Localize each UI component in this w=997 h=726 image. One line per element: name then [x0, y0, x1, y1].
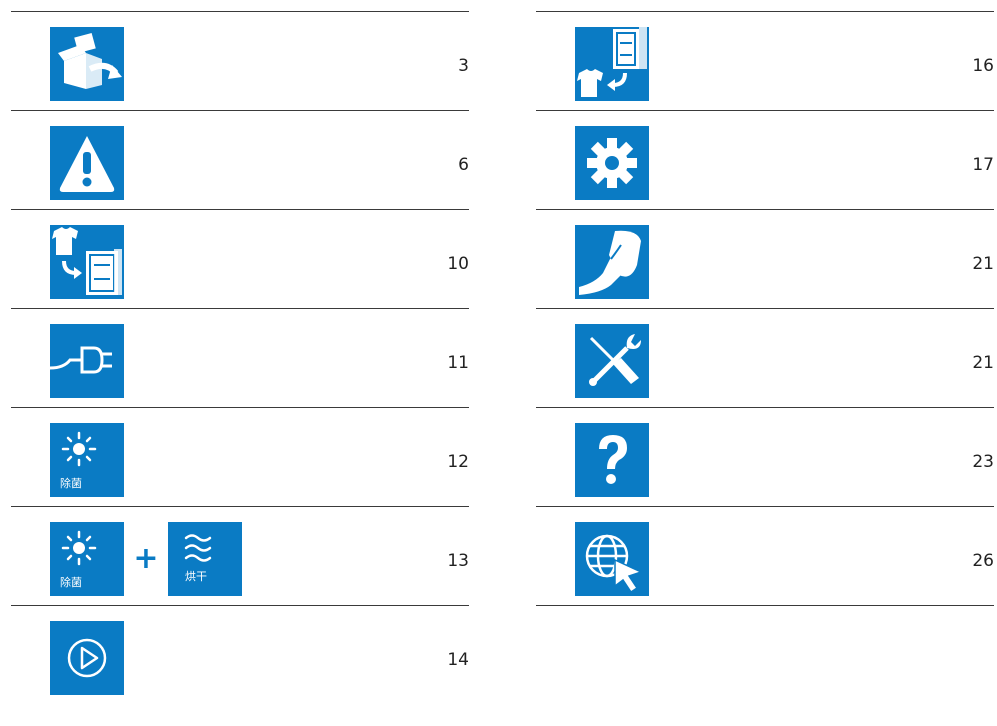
toc-row[interactable]: 6 [11, 110, 469, 209]
sterilize-icon: 除菌 [50, 522, 124, 596]
sterilize-label: 除菌 [60, 575, 82, 589]
end-rule [536, 605, 994, 606]
toc-row[interactable]: 17 [536, 110, 994, 209]
box-unpacking-icon [50, 27, 124, 101]
page-number: 17 [972, 155, 994, 175]
toc-row[interactable]: 21 [536, 209, 994, 308]
warning-icon [50, 126, 124, 200]
globe-cursor-icon [575, 522, 649, 596]
cabinet-to-shirt-icon [575, 27, 649, 101]
cleaning-hand-icon [575, 225, 649, 299]
toc-row[interactable]: 21 [536, 308, 994, 407]
shirt-to-cabinet-icon [50, 225, 124, 299]
toc-row[interactable]: 23 [536, 407, 994, 506]
toc-row[interactable]: 除菌 + 烘干 13 [11, 506, 469, 605]
page-number: 26 [972, 551, 994, 571]
page-number: 6 [458, 155, 469, 175]
page-number: 13 [447, 551, 469, 571]
dry-label: 烘干 [185, 569, 207, 583]
page-number: 23 [972, 452, 994, 472]
page-number: 3 [458, 56, 469, 76]
power-plug-icon [50, 324, 124, 398]
gear-icon [575, 126, 649, 200]
toc-row[interactable]: 26 [536, 506, 994, 605]
toc-row[interactable]: 16 [536, 11, 994, 110]
toc-row[interactable]: 除菌 12 [11, 407, 469, 506]
question-icon [575, 423, 649, 497]
page-number: 21 [972, 254, 994, 274]
page-number: 10 [447, 254, 469, 274]
sterilize-icon: 除菌 [50, 423, 124, 497]
play-icon [50, 621, 124, 695]
toc-row[interactable]: 14 [11, 605, 469, 704]
tools-icon [575, 324, 649, 398]
dry-icon: 烘干 [168, 522, 242, 596]
page-number: 11 [447, 353, 469, 373]
toc-row[interactable]: 11 [11, 308, 469, 407]
page-number: 16 [972, 56, 994, 76]
plus-sign: + [133, 541, 159, 576]
sterilize-label: 除菌 [60, 476, 82, 490]
page-number: 21 [972, 353, 994, 373]
page-number: 14 [447, 650, 469, 670]
toc-row[interactable]: 3 [11, 11, 469, 110]
toc-left-column: 3 6 10 11 除菌 12 除菌 + 烘干 13 14 [11, 11, 469, 704]
toc-right-column: 16 17 21 21 23 26 [536, 11, 994, 606]
page-number: 12 [447, 452, 469, 472]
toc-row[interactable]: 10 [11, 209, 469, 308]
